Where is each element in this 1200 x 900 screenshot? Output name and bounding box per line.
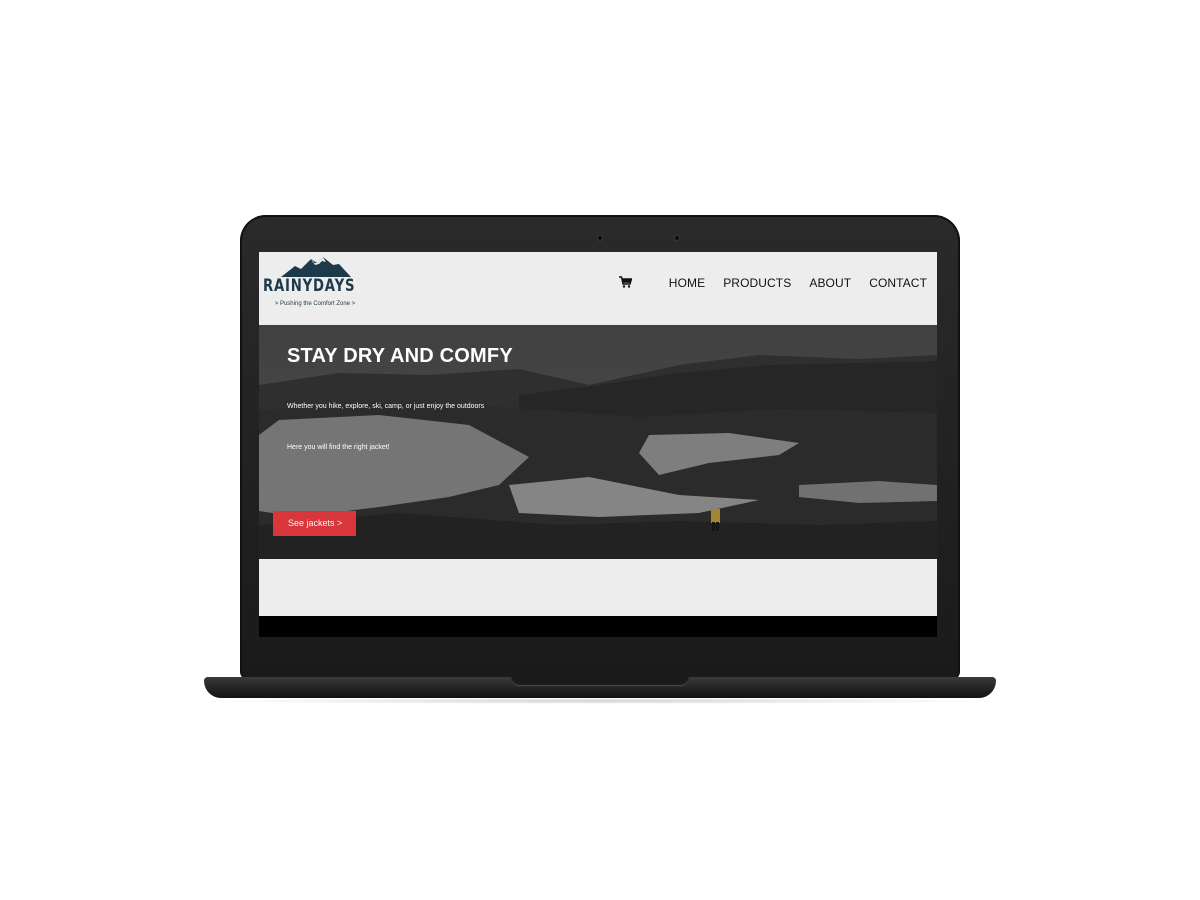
nav-contact[interactable]: CONTACT — [869, 276, 927, 290]
laptop-shadow — [200, 698, 1000, 704]
logo[interactable]: RAINYDAYS > Pushing the Comfort Zone > — [263, 256, 367, 316]
hero-tagline: Here you will find the right jacket! — [287, 444, 390, 451]
logo-tagline: > Pushing the Comfort Zone > — [274, 301, 356, 307]
nav-about[interactable]: ABOUT — [809, 276, 851, 290]
logo-wordmark: RAINYDAYS — [263, 276, 356, 296]
laptop-notch — [511, 677, 689, 686]
nav-home[interactable]: HOME — [669, 276, 705, 290]
nav-products[interactable]: PRODUCTS — [723, 276, 791, 290]
site-header: RAINYDAYS > Pushing the Comfort Zone > H… — [259, 252, 937, 325]
laptop-base — [204, 677, 996, 698]
hero-title: STAY DRY AND COMFY — [287, 345, 513, 367]
hero-subtitle: Whether you hike, explore, ski, camp, or… — [287, 403, 485, 410]
camera-sensor — [598, 236, 602, 240]
see-jackets-button[interactable]: See jackets > — [273, 511, 356, 536]
hero-banner: STAY DRY AND COMFY Whether you hike, exp… — [259, 325, 937, 559]
main-nav: HOME PRODUCTS ABOUT CONTACT — [618, 276, 927, 290]
screen-bezel-bottom — [259, 616, 937, 637]
website-screen: RAINYDAYS > Pushing the Comfort Zone > H… — [259, 252, 937, 616]
mountain-icon — [281, 257, 351, 277]
camera-sensor — [675, 236, 679, 240]
shopping-cart-icon[interactable] — [618, 276, 633, 290]
